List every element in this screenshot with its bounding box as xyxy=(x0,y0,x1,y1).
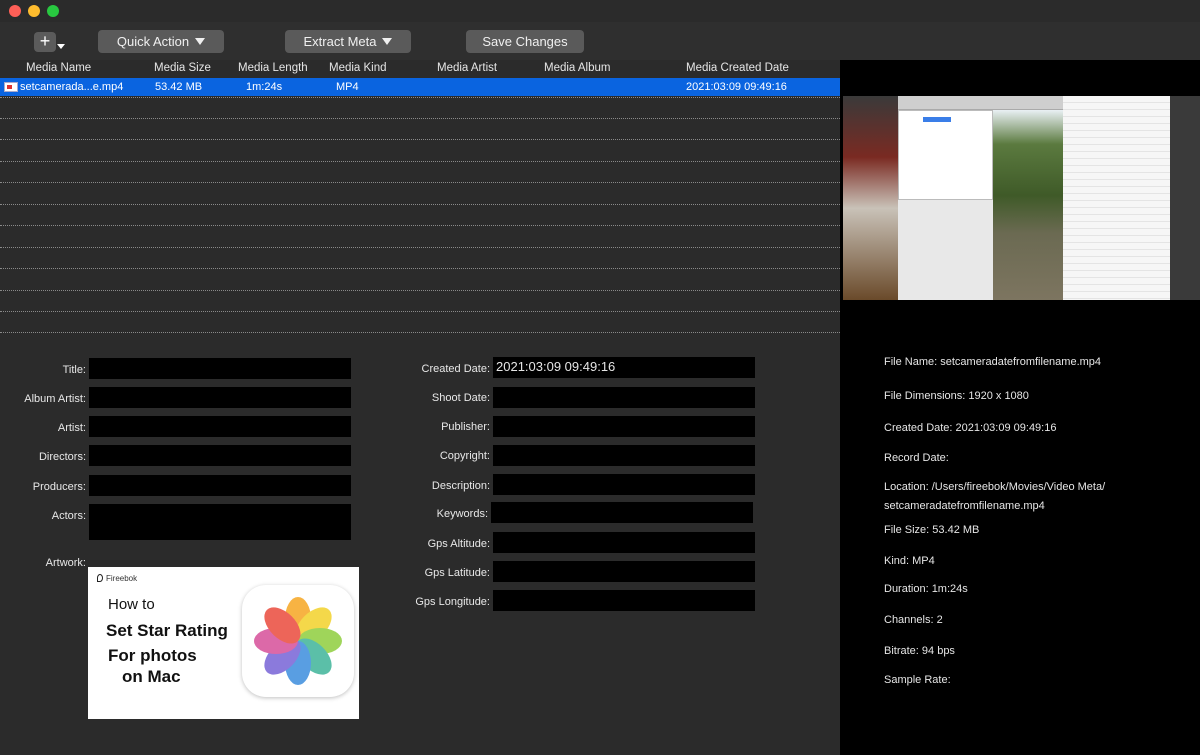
info-location: Location: /Users/fireebok/Movies/Video M… xyxy=(884,481,1106,493)
photos-flower-icon xyxy=(254,597,342,685)
info-created-date: Created Date: 2021:03:09 09:49:16 xyxy=(884,422,1057,434)
quick-action-label: Quick Action xyxy=(116,34,190,49)
copyright-label: Copyright: xyxy=(439,450,490,462)
column-header-media-kind[interactable]: Media Kind xyxy=(329,62,387,74)
chevron-down-icon xyxy=(195,38,206,45)
toolbar: + Quick Action Extract Meta Save Changes xyxy=(0,22,1200,60)
minimize-window-button[interactable] xyxy=(28,5,40,17)
row-divider xyxy=(0,118,840,119)
artist-label: Artist: xyxy=(57,422,86,434)
metadata-form: Title: Album Artist: Artist: Directors: … xyxy=(0,333,840,755)
artwork-brand: Fireebok xyxy=(106,574,138,583)
created-date-field[interactable]: 2021:03:09 09:49:16 xyxy=(493,357,755,378)
info-file-name: File Name: setcameradatefromfilename.mp4 xyxy=(884,356,1102,368)
artwork-line-3: on Mac xyxy=(122,667,181,686)
shoot-date-field[interactable] xyxy=(493,387,755,408)
artwork-image[interactable]: Fireebok How to Set Star Rating For phot… xyxy=(88,567,359,719)
description-label: Description: xyxy=(431,480,490,492)
description-field[interactable] xyxy=(493,474,755,495)
column-header-media-album[interactable]: Media Album xyxy=(544,62,610,74)
publisher-label: Publisher: xyxy=(441,421,490,433)
artwork-line-2: For photos xyxy=(108,646,197,665)
video-preview-thumbnail xyxy=(843,96,1200,300)
fireebok-logo-icon xyxy=(97,574,103,582)
column-header-media-length[interactable]: Media Length xyxy=(238,62,308,74)
extract-meta-label: Extract Meta xyxy=(303,34,377,49)
info-location-file: setcameradatefromfilename.mp4 xyxy=(884,500,1045,512)
row-divider xyxy=(0,204,840,205)
copyright-field[interactable] xyxy=(493,445,755,466)
close-window-button[interactable] xyxy=(9,5,21,17)
row-divider xyxy=(0,311,840,312)
info-record-date: Record Date: xyxy=(884,452,949,464)
artwork-label: Artwork: xyxy=(45,557,86,569)
row-divider xyxy=(0,161,840,162)
column-header-media-created-date[interactable]: Media Created Date xyxy=(686,62,789,74)
cell-media-length: 1m:24s xyxy=(246,81,283,93)
chevron-down-icon xyxy=(382,38,393,45)
plus-icon: + xyxy=(39,31,51,51)
artwork-how-to: How to xyxy=(108,596,155,613)
title-bar xyxy=(0,0,1200,22)
video-file-icon xyxy=(4,82,18,92)
column-header-media-artist[interactable]: Media Artist xyxy=(437,62,497,74)
row-divider xyxy=(0,139,840,140)
keywords-label: Keywords: xyxy=(436,508,488,520)
gps-longitude-field[interactable] xyxy=(493,590,755,611)
quick-action-button[interactable]: Quick Action xyxy=(98,30,224,53)
gps-latitude-label: Gps Latitude: xyxy=(424,567,490,579)
shoot-date-label: Shoot Date: xyxy=(431,392,490,404)
add-menu-caret-icon[interactable] xyxy=(57,44,65,49)
row-divider xyxy=(0,225,840,226)
preview-street-scene xyxy=(843,96,898,300)
row-divider xyxy=(0,182,840,183)
gps-altitude-label: Gps Altitude: xyxy=(427,538,490,550)
title-label: Title: xyxy=(62,364,86,376)
save-changes-label: Save Changes xyxy=(482,34,568,49)
row-divider xyxy=(0,247,840,248)
title-field[interactable] xyxy=(89,358,351,379)
artwork-line-1: Set Star Rating xyxy=(106,621,228,640)
row-divider xyxy=(0,268,840,269)
photos-app-icon xyxy=(242,585,354,697)
artist-field[interactable] xyxy=(89,416,351,437)
row-divider xyxy=(0,290,840,291)
producers-field[interactable] xyxy=(89,475,351,496)
created-date-label: Created Date: xyxy=(421,363,490,375)
album-artist-label: Album Artist: xyxy=(24,393,86,405)
actors-field[interactable] xyxy=(89,504,351,540)
add-media-button[interactable]: + xyxy=(34,32,56,52)
directors-field[interactable] xyxy=(89,445,351,466)
info-kind: Kind: MP4 xyxy=(884,555,935,567)
info-sample-rate: Sample Rate: xyxy=(884,674,951,686)
info-file-size: File Size: 53.42 MB xyxy=(884,524,980,536)
cell-media-name: setcamerada...e.mp4 xyxy=(20,81,124,93)
info-bitrate: Bitrate: 94 bps xyxy=(884,645,955,657)
gps-latitude-field[interactable] xyxy=(493,561,755,582)
info-file-dimensions: File Dimensions: 1920 x 1080 xyxy=(884,390,1029,402)
album-artist-field[interactable] xyxy=(89,387,351,408)
row-divider xyxy=(0,97,840,98)
column-header-media-size[interactable]: Media Size xyxy=(154,62,211,74)
column-header-media-name[interactable]: Media Name xyxy=(26,62,91,74)
publisher-field[interactable] xyxy=(493,416,755,437)
gps-longitude-label: Gps Longitude: xyxy=(415,596,490,608)
save-changes-button[interactable]: Save Changes xyxy=(466,30,584,53)
zoom-window-button[interactable] xyxy=(47,5,59,17)
info-duration: Duration: 1m:24s xyxy=(884,583,968,595)
actors-label: Actors: xyxy=(51,510,86,522)
gps-altitude-field[interactable] xyxy=(493,532,755,553)
table-header: Media Name Media Size Media Length Media… xyxy=(0,60,840,78)
info-channels: Channels: 2 xyxy=(884,614,943,626)
cell-media-created-date: 2021:03:09 09:49:16 xyxy=(686,81,787,93)
table-row[interactable]: setcamerada...e.mp4 53.42 MB 1m:24s MP4 … xyxy=(0,78,840,96)
directors-label: Directors: xyxy=(38,451,86,463)
cell-media-size: 53.42 MB xyxy=(155,81,203,93)
producers-label: Producers: xyxy=(32,481,86,493)
extract-meta-button[interactable]: Extract Meta xyxy=(285,30,411,53)
cell-media-kind: MP4 xyxy=(336,81,359,93)
media-table[interactable]: Media Name Media Size Media Length Media… xyxy=(0,60,840,333)
keywords-field[interactable] xyxy=(491,502,753,523)
